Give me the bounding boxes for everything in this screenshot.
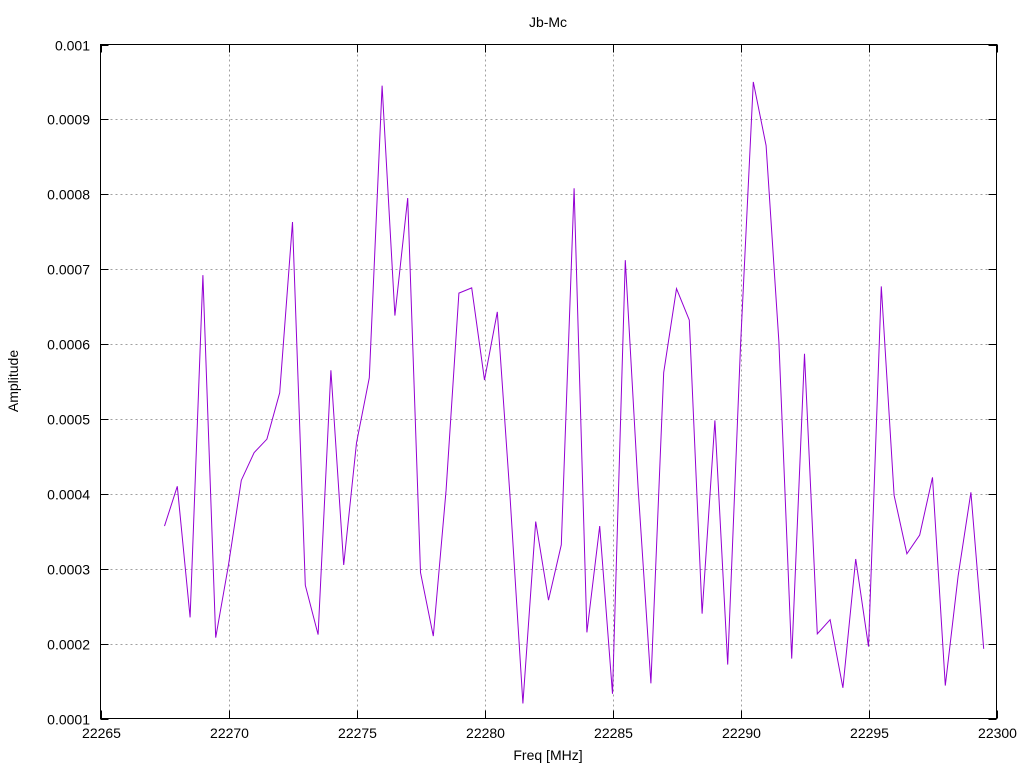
x-tick-label: 22275 — [338, 725, 377, 741]
y-tick-label: 0.0009 — [47, 112, 90, 128]
y-tick-label: 0.0003 — [47, 562, 90, 578]
x-tick-label: 22290 — [722, 725, 761, 741]
x-tick-label: 22285 — [594, 725, 633, 741]
series-line — [164, 81, 985, 704]
y-tick-label: 0.0002 — [47, 637, 90, 653]
plot-frame — [100, 44, 997, 719]
series-layer — [164, 81, 985, 704]
y-tick-label: 0.0004 — [47, 487, 90, 503]
y-tick-label: 0.0006 — [47, 337, 90, 353]
y-tick-label: 0.0007 — [47, 262, 90, 278]
y-tick-label: 0.0001 — [47, 712, 90, 728]
x-tick-label: 22270 — [210, 725, 249, 741]
grid — [100, 44, 997, 719]
x-tick-label: 22280 — [466, 725, 505, 741]
x-tick-labels: 22265 22270 22275 22280 22285 22290 22295 22300 — [82, 725, 1017, 741]
x-tick-label: 22295 — [850, 725, 889, 741]
y-tick-label: 0.0005 — [47, 412, 90, 428]
ticks — [100, 44, 998, 720]
y-axis-title: Amplitude — [5, 350, 21, 412]
line-chart: 22265 22270 22275 22280 22285 22290 22295 22300… — [5, 14, 1017, 763]
x-tick-label: 22300 — [978, 725, 1017, 741]
y-tick-label: 0.001 — [55, 38, 90, 54]
y-tick-label: 0.0008 — [47, 187, 90, 203]
x-axis-title: Freq [MHz] — [513, 747, 582, 763]
y-tick-labels: 0.0001 0.0002 0.0003 0.0004 0.0005 0.0006 0.00… — [47, 38, 90, 728]
chart-title: Jb-Mc — [529, 14, 567, 30]
